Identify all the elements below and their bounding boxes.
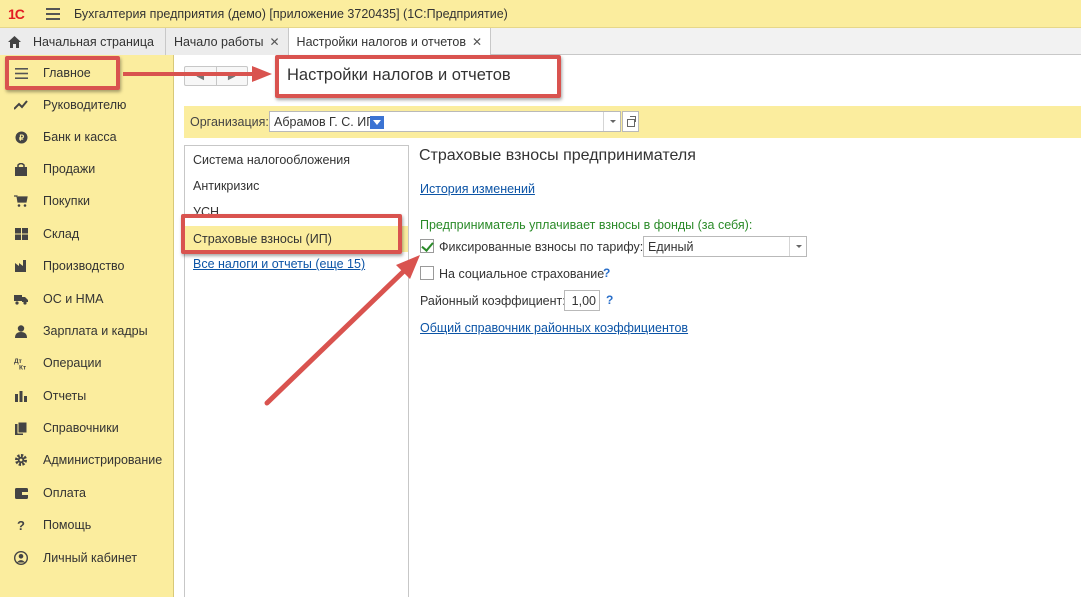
coefficient-label: Районный коэффициент: — [420, 294, 566, 308]
organization-field[interactable]: Абрамов Г. С. ИП — [269, 111, 621, 132]
forward-button[interactable]: ▶ — [217, 67, 248, 85]
coefficients-directory-link[interactable]: Общий справочник районных коэффициентов — [420, 321, 688, 335]
sidebar-item-label: Администрирование — [43, 453, 163, 467]
sidebar-item-label: Личный кабинет — [43, 551, 138, 565]
tariff-value: Единый — [648, 240, 694, 254]
sidebar-item-salary[interactable]: Зарплата и кадры — [0, 315, 174, 347]
bar-chart-icon — [14, 389, 28, 403]
cart-icon — [14, 194, 28, 208]
organization-label: Организация: — [190, 115, 269, 129]
annotation-box-main — [5, 56, 120, 90]
fixed-contributions-label: Фиксированные взносы по тарифу: — [439, 240, 644, 254]
sidebar-item-warehouse[interactable]: Склад — [0, 218, 174, 250]
history-link[interactable]: История изменений — [420, 182, 535, 196]
sidebar-item-manager[interactable]: Руководителю — [0, 89, 174, 121]
coin-icon: ₽ — [14, 130, 28, 144]
chevron-down-icon[interactable] — [789, 237, 806, 256]
organization-bar: Организация: Абрамов Г. С. ИП — [184, 106, 1081, 138]
social-insurance-checkbox[interactable] — [420, 266, 434, 280]
sidebar-item-operations[interactable]: Дт Кт Операции — [0, 347, 174, 379]
grid-icon — [14, 227, 28, 241]
tab-start[interactable]: Начало работы ✕ — [166, 28, 289, 55]
tab-tax-settings[interactable]: Настройки налогов и отчетов ✕ — [288, 28, 492, 56]
all-taxes-link[interactable]: Все налоги и отчеты (еще 15) — [193, 257, 365, 271]
main-menu-button[interactable] — [46, 7, 60, 20]
app-title: Бухгалтерия предприятия (демо) [приложен… — [74, 6, 508, 21]
organization-value: Абрамов Г. С. ИП — [274, 115, 376, 129]
dt-kt-icon: Дт Кт — [14, 356, 28, 370]
question-icon: ? — [17, 517, 25, 533]
sidebar-item-sales[interactable]: Продажи — [0, 153, 174, 185]
sidebar-item-label: Справочники — [43, 421, 119, 435]
sidebar-item-label: Зарплата и кадры — [43, 324, 148, 338]
sidebar-item-directories[interactable]: Справочники — [0, 412, 174, 444]
fixed-contributions-checkbox[interactable] — [420, 239, 434, 253]
sidebar-item-label: Оплата — [43, 486, 86, 500]
annotation-box-insurance — [181, 214, 402, 254]
wallet-icon — [14, 486, 28, 500]
factory-icon — [14, 259, 28, 273]
sidebar-item-label: ОС и НМА — [43, 292, 104, 306]
select-marker-icon[interactable] — [370, 116, 384, 129]
tab-label: Начальная страница — [33, 34, 154, 49]
close-icon[interactable]: ✕ — [269, 35, 279, 49]
close-icon[interactable]: ✕ — [472, 35, 482, 49]
help-icon[interactable]: ? — [606, 293, 613, 307]
sidebar-item-label: Банк и касса — [43, 130, 117, 144]
list-item-anticrisis[interactable]: Антикризис — [193, 179, 259, 193]
sidebar-item-reports[interactable]: Отчеты — [0, 380, 174, 412]
sidebar-item-payment[interactable]: Оплата — [0, 477, 174, 509]
app-logo: 1С — [8, 5, 25, 22]
sidebar-item-label: Отчеты — [43, 389, 87, 403]
user-circle-icon — [14, 551, 28, 565]
sidebar: Главное Руководителю ₽ Банк и касса Прод… — [0, 55, 174, 597]
group-title: Предприниматель уплачивает взносы в фонд… — [420, 218, 753, 232]
tab-home[interactable]: Начальная страница — [0, 28, 166, 55]
tariff-select[interactable]: Единый — [643, 236, 807, 257]
sidebar-item-label: Помощь — [43, 518, 92, 532]
sidebar-item-account[interactable]: Личный кабинет — [0, 542, 174, 574]
sidebar-item-bank[interactable]: ₽ Банк и касса — [0, 121, 174, 153]
history-nav: ◀ ▶ — [184, 66, 248, 86]
sidebar-item-label: Покупки — [43, 194, 91, 208]
open-organization-button[interactable] — [622, 111, 639, 132]
sidebar-item-label: Продажи — [43, 162, 96, 176]
svg-text:Кт: Кт — [19, 364, 26, 370]
trend-icon — [14, 98, 28, 112]
section-title: Страховые взносы предпринимателя — [419, 147, 696, 164]
person-icon — [14, 324, 28, 338]
home-icon — [8, 35, 21, 48]
sidebar-item-label: Руководителю — [43, 98, 127, 112]
settings-sections-list: Система налогообложения Антикризис УСН С… — [184, 145, 409, 597]
sidebar-item-help[interactable]: ? Помощь — [0, 509, 174, 541]
sidebar-item-admin[interactable]: Администрирование — [0, 444, 174, 476]
truck-icon — [14, 292, 28, 306]
svg-text:₽: ₽ — [18, 133, 23, 142]
coefficient-input[interactable]: 1,00 — [564, 290, 600, 311]
bag-icon — [14, 162, 28, 176]
chevron-down-icon[interactable] — [603, 112, 620, 131]
help-icon[interactable]: ? — [603, 266, 610, 280]
sidebar-item-label: Производство — [43, 259, 125, 273]
back-button[interactable]: ◀ — [185, 67, 217, 85]
list-item-tax-system[interactable]: Система налогообложения — [193, 153, 350, 167]
gear-icon — [14, 453, 28, 467]
tab-bar: Начальная страница Начало работы ✕ Настр… — [0, 28, 1081, 56]
sidebar-item-assets[interactable]: ОС и НМА — [0, 283, 174, 315]
sidebar-item-production[interactable]: Производство — [0, 250, 174, 282]
tab-label: Настройки налогов и отчетов — [296, 34, 466, 49]
title-bar: 1С Бухгалтерия предприятия (демо) [прило… — [0, 0, 1081, 28]
books-icon — [14, 421, 28, 435]
social-insurance-label: На социальное страхование — [439, 267, 605, 281]
sidebar-item-purchases[interactable]: Покупки — [0, 185, 174, 217]
sidebar-item-label: Склад — [43, 227, 80, 241]
sidebar-item-label: Операции — [43, 356, 102, 370]
tab-label: Начало работы — [174, 34, 264, 49]
annotation-box-title — [275, 55, 561, 98]
